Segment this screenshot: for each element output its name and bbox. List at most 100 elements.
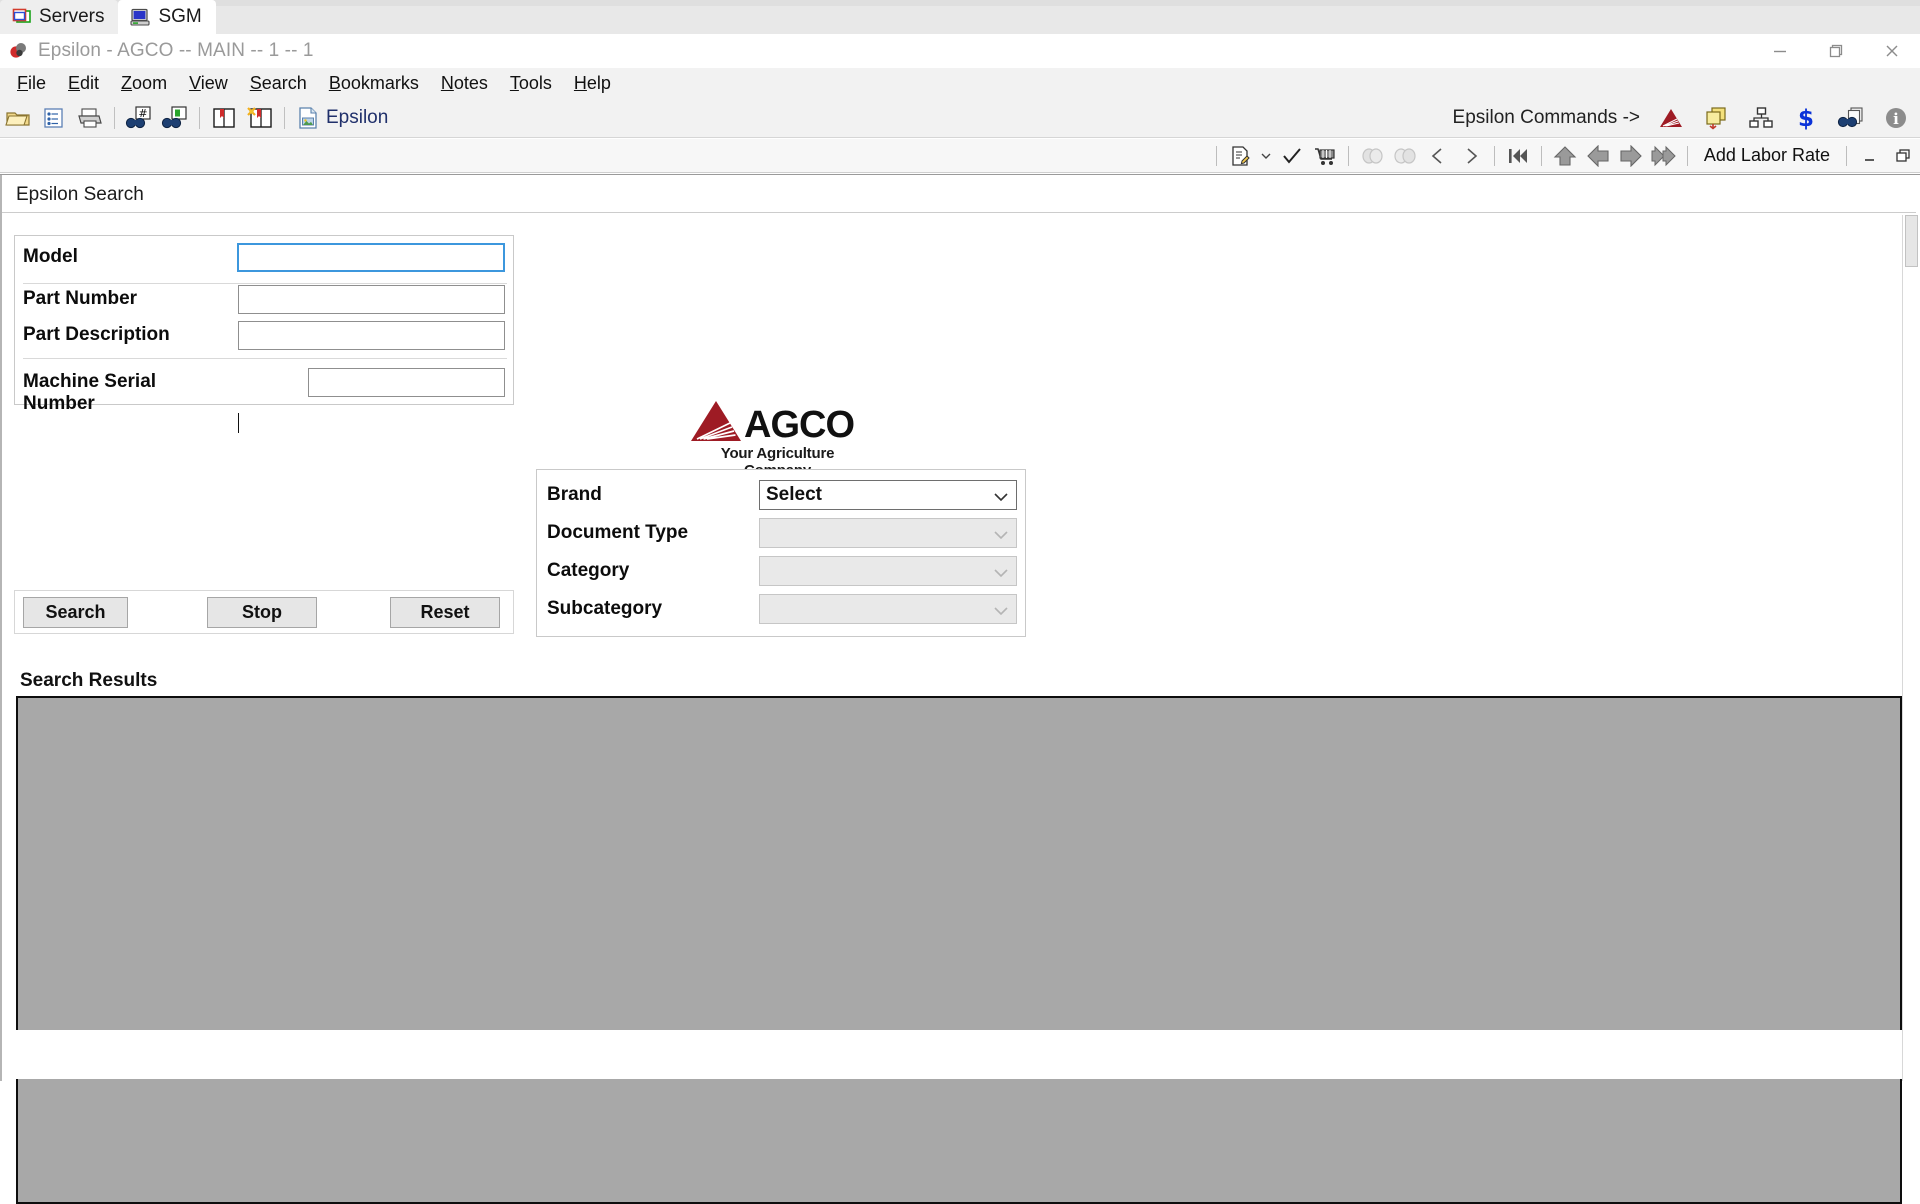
tab-strip-empty-area (215, 6, 1920, 34)
menu-bookmarks[interactable]: Bookmarks (318, 71, 430, 96)
shopping-cart-icon[interactable] (1310, 142, 1340, 170)
menu-zoom[interactable]: Zoom (110, 71, 178, 96)
part-number-row: Part Number (23, 288, 199, 310)
info-icon[interactable]: i (1880, 102, 1912, 134)
window-tab-strip: Servers SGM (0, 0, 1920, 34)
document-type-label: Document Type (547, 522, 689, 543)
agco-wordmark: AGCO (744, 404, 855, 446)
agco-logo-mark-row: AGCO (690, 400, 865, 446)
epsilon-application-window: Servers SGM Epsilon - AGCO -- MAIN -- 1 … (0, 0, 1920, 1204)
minimize-button[interactable] (1752, 34, 1808, 68)
dollar-icon[interactable]: $ (1790, 102, 1822, 134)
toolbar-separator (114, 106, 115, 129)
model-input[interactable] (237, 243, 505, 272)
scrollbar-thumb[interactable] (1905, 215, 1918, 267)
svg-text:$: $ (1798, 106, 1814, 131)
mdi-restore-button[interactable] (1888, 142, 1918, 170)
prev-triangle-icon[interactable] (1423, 142, 1453, 170)
window-title-bar: Epsilon - AGCO -- MAIN -- 1 -- 1 (0, 34, 1920, 68)
notes-book-icon[interactable] (244, 102, 276, 134)
part-description-label: Part Description (23, 324, 170, 345)
machine-serial-number-input[interactable] (308, 368, 505, 397)
find-number-icon[interactable]: # (123, 102, 155, 134)
toolbar-separator (1347, 145, 1349, 166)
chevron-down-icon (994, 603, 1008, 621)
panel-title: Epsilon Search (16, 183, 144, 205)
menu-edit[interactable]: Edit (57, 71, 110, 96)
text-cursor (238, 413, 239, 433)
copy-pages-icon[interactable] (1700, 102, 1732, 134)
toolbar-separator (1686, 145, 1688, 166)
close-button[interactable] (1864, 34, 1920, 68)
document-tree-icon[interactable] (38, 102, 70, 134)
chevron-down-icon (994, 527, 1008, 545)
edit-document-icon[interactable] (1225, 142, 1255, 170)
search-results-list[interactable] (16, 696, 1902, 1204)
chevron-down-icon (994, 489, 1008, 507)
secondary-toolbar: Add Labor Rate (0, 139, 1920, 173)
computer-monitor-icon (130, 8, 151, 27)
check-icon[interactable] (1277, 142, 1307, 170)
document-area: Epsilon Search Model Part Number Part De… (0, 174, 1920, 1204)
menu-tools[interactable]: Tools (499, 71, 563, 96)
subcategory-row: Subcategory (547, 594, 1017, 624)
hierarchy-icon[interactable] (1745, 102, 1777, 134)
toolbar-separator (1493, 145, 1495, 166)
chevron-down-icon[interactable] (1258, 142, 1274, 170)
document-type-select (759, 518, 1017, 548)
tab-servers[interactable]: Servers (0, 0, 119, 34)
svg-text:i: i (1893, 110, 1899, 128)
epsilon-combo-display[interactable]: Epsilon (297, 106, 388, 130)
part-description-row: Part Description (23, 324, 199, 346)
epsilon-app-icon (8, 40, 30, 62)
bookmark-book-icon[interactable] (208, 102, 240, 134)
part-number-input[interactable] (238, 285, 505, 314)
divider (23, 283, 507, 284)
restore-button[interactable] (1808, 34, 1864, 68)
category-select (759, 556, 1017, 586)
up-arrow-icon[interactable] (1550, 142, 1580, 170)
printer-icon[interactable] (74, 102, 106, 134)
subcategory-label: Subcategory (547, 598, 663, 619)
primary-toolbar: # Epsilon Epsilon Commands -> $ i (0, 98, 1920, 221)
document-type-row: Document Type (547, 518, 1017, 548)
right-arrow-icon[interactable] (1616, 142, 1646, 170)
part-description-input[interactable] (238, 321, 505, 350)
open-folder-icon[interactable] (2, 102, 34, 134)
toolbar-separator (1215, 145, 1217, 166)
find-page-icon[interactable] (159, 102, 191, 134)
brand-label: Brand (547, 484, 602, 505)
windows-overlap-icon (12, 8, 32, 26)
machine-serial-number-label: Machine Serial Number (23, 371, 157, 414)
divider (23, 358, 507, 359)
add-labor-rate-button[interactable]: Add Labor Rate (1696, 145, 1838, 166)
fast-forward-icon[interactable] (1649, 142, 1679, 170)
search-results-label: Search Results (20, 670, 158, 691)
tab-sgm[interactable]: SGM (118, 0, 216, 34)
document-filters-group: Brand Select Document Type Category Subc… (536, 469, 1026, 637)
next-triangle-icon[interactable] (1456, 142, 1486, 170)
find-stack-icon[interactable] (1835, 102, 1867, 134)
mdi-minimize-button[interactable] (1855, 142, 1885, 170)
document-vertical-scrollbar[interactable] (1902, 215, 1920, 1081)
stop-button[interactable]: Stop (207, 597, 317, 628)
agco-triangle-icon[interactable] (1655, 102, 1687, 134)
left-arrow-icon[interactable] (1583, 142, 1613, 170)
agco-triangle-icon (690, 400, 742, 442)
menu-search[interactable]: Search (239, 71, 318, 96)
toolbar-separator (1540, 145, 1542, 166)
menu-notes[interactable]: Notes (430, 71, 499, 96)
brand-select-value: Select (766, 484, 822, 505)
menu-help[interactable]: Help (563, 71, 622, 96)
part-number-label: Part Number (23, 288, 138, 309)
search-button[interactable]: Search (23, 597, 128, 628)
brand-select[interactable]: Select (759, 480, 1017, 510)
tab-sgm-label: SGM (158, 6, 202, 27)
reset-button[interactable]: Reset (390, 597, 500, 628)
search-criteria-group: Model Part Number Part Description Machi… (14, 235, 514, 414)
menu-view[interactable]: View (178, 71, 239, 96)
menu-file[interactable]: File (6, 71, 57, 96)
first-track-icon[interactable] (1503, 142, 1533, 170)
toolbar-separator (199, 106, 200, 129)
subcategory-select (759, 594, 1017, 624)
